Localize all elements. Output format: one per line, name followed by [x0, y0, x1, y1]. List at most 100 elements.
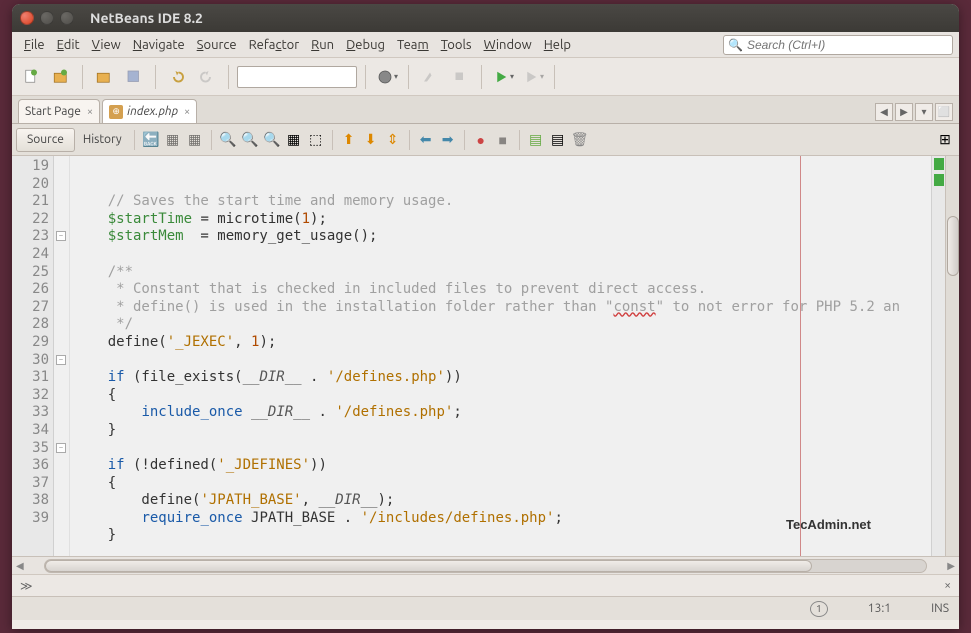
browser-button[interactable]: ▾ [374, 64, 400, 90]
line-number[interactable]: 35 [12, 440, 53, 458]
open-button[interactable] [91, 64, 117, 90]
code-editor[interactable]: // Saves the start time and memory usage… [70, 156, 931, 556]
close-icon[interactable]: × [184, 106, 190, 118]
line-number[interactable]: 28 [12, 316, 53, 334]
notification-icon[interactable]: 1 [810, 601, 828, 617]
macro-stop-icon[interactable]: ■ [493, 130, 513, 150]
tab-maximize-button[interactable]: ⬜ [935, 103, 953, 121]
menu-window[interactable]: Window [478, 36, 538, 54]
uncomment-icon[interactable]: ▤ [548, 130, 568, 150]
toggle-bookmark-icon[interactable]: ⇕ [383, 130, 403, 150]
code-line[interactable]: define('JPATH_BASE', __DIR__); [70, 492, 931, 510]
line-number[interactable]: 27 [12, 299, 53, 317]
stripe-marker[interactable] [934, 158, 944, 170]
code-line[interactable]: } [70, 422, 931, 440]
menu-help[interactable]: Help [538, 36, 577, 54]
tab-list-button[interactable]: ▾ [915, 103, 933, 121]
clean-build-button[interactable] [447, 64, 473, 90]
find-selection-icon[interactable]: 🔍 [218, 130, 238, 150]
line-number-gutter[interactable]: 1920212223242526272829303132333435363738… [12, 156, 54, 556]
code-line[interactable]: define('_JEXEC', 1); [70, 334, 931, 352]
insert-mode[interactable]: INS [931, 602, 949, 615]
code-line[interactable]: { [70, 475, 931, 493]
line-number[interactable]: 33 [12, 404, 53, 422]
line-number[interactable]: 30 [12, 352, 53, 370]
line-number[interactable]: 19 [12, 158, 53, 176]
tab-index-php[interactable]: ⊕ index.php × [102, 99, 197, 123]
window-minimize-button[interactable] [40, 11, 54, 25]
menu-file[interactable]: File [18, 36, 51, 54]
line-number[interactable]: 23 [12, 228, 53, 246]
line-number[interactable]: 29 [12, 334, 53, 352]
scrollbar-thumb[interactable] [947, 216, 959, 276]
menu-view[interactable]: View [86, 36, 127, 54]
source-view-button[interactable]: Source [16, 128, 75, 152]
line-number[interactable]: 38 [12, 492, 53, 510]
menu-source[interactable]: Source [191, 36, 243, 54]
menu-team[interactable]: Team [391, 36, 435, 54]
fold-toggle-icon[interactable]: − [56, 443, 66, 453]
toggle-rect-icon[interactable]: ⬚ [306, 130, 326, 150]
scrollbar-thumb[interactable] [45, 560, 812, 572]
toggle-highlight-icon[interactable]: ▦ [284, 130, 304, 150]
code-line[interactable]: if (!defined('_JDEFINES')) [70, 457, 931, 475]
window-maximize-button[interactable] [60, 11, 74, 25]
vertical-scrollbar[interactable] [945, 156, 959, 556]
menu-edit[interactable]: Edit [51, 36, 86, 54]
nav-back-icon[interactable]: 🔙 [141, 130, 161, 150]
fold-column[interactable]: −−− [54, 156, 70, 556]
find-next-icon[interactable]: 🔍 [262, 130, 282, 150]
titlebar[interactable]: NetBeans IDE 8.2 [12, 4, 959, 32]
undo-button[interactable] [164, 64, 190, 90]
code-line[interactable]: $startMem = memory_get_usage(); [70, 228, 931, 246]
stripe-marker[interactable] [934, 174, 944, 186]
menu-debug[interactable]: Debug [340, 36, 391, 54]
run-button[interactable]: ▾ [490, 64, 516, 90]
new-file-button[interactable] [18, 64, 44, 90]
build-button[interactable] [417, 64, 443, 90]
code-line[interactable] [70, 352, 931, 370]
breadcrumb-bar[interactable]: ≫ × [12, 574, 959, 596]
menu-tools[interactable]: Tools [435, 36, 478, 54]
line-number[interactable]: 24 [12, 246, 53, 264]
horizontal-scrollbar[interactable]: ◀ ▶ [12, 556, 959, 574]
code-line[interactable]: /** [70, 264, 931, 282]
line-number[interactable]: 34 [12, 422, 53, 440]
line-number[interactable]: 32 [12, 387, 53, 405]
shift-left-icon[interactable]: ⬅ [416, 130, 436, 150]
close-icon[interactable]: × [944, 579, 951, 592]
line-number[interactable]: 22 [12, 211, 53, 229]
line-number[interactable]: 36 [12, 457, 53, 475]
macro-record-icon[interactable]: ● [471, 130, 491, 150]
tab-prev-button[interactable]: ◀ [875, 103, 893, 121]
menu-run[interactable]: Run [305, 36, 340, 54]
window-close-button[interactable] [20, 11, 34, 25]
breadcrumb-chevron-icon[interactable]: ≫ [20, 579, 33, 593]
split-icon[interactable]: ⊞ [935, 130, 955, 150]
next-bookmark-icon[interactable]: ⬇ [361, 130, 381, 150]
new-project-button[interactable] [48, 64, 74, 90]
code-line[interactable]: * Constant that is checked in included f… [70, 281, 931, 299]
code-line[interactable] [70, 246, 931, 264]
code-line[interactable] [70, 440, 931, 458]
line-number[interactable]: 39 [12, 510, 53, 528]
quick-search[interactable]: 🔍 [723, 35, 953, 55]
debug-button[interactable]: ▾ [520, 64, 546, 90]
find-prev-icon[interactable]: 🔍 [240, 130, 260, 150]
code-line[interactable]: { [70, 387, 931, 405]
menu-refactor[interactable]: Refactor [243, 36, 306, 54]
line-number[interactable]: 20 [12, 176, 53, 194]
tab-start-page[interactable]: Start Page × [18, 99, 100, 123]
code-line[interactable]: if (file_exists(__DIR__ . '/defines.php'… [70, 369, 931, 387]
line-number[interactable]: 31 [12, 369, 53, 387]
menu-navigate[interactable]: Navigate [127, 36, 191, 54]
search-input[interactable] [747, 38, 948, 52]
comment-icon[interactable]: ▤ [526, 130, 546, 150]
line-number[interactable]: 25 [12, 264, 53, 282]
code-line[interactable]: include_once __DIR__ . '/defines.php'; [70, 404, 931, 422]
nav-dropdown-icon[interactable]: ▦ [185, 130, 205, 150]
config-combo[interactable] [237, 66, 357, 88]
code-line[interactable]: * define() is used in the installation f… [70, 299, 931, 317]
cursor-position[interactable]: 13:1 [868, 602, 891, 615]
code-line[interactable] [70, 545, 931, 556]
